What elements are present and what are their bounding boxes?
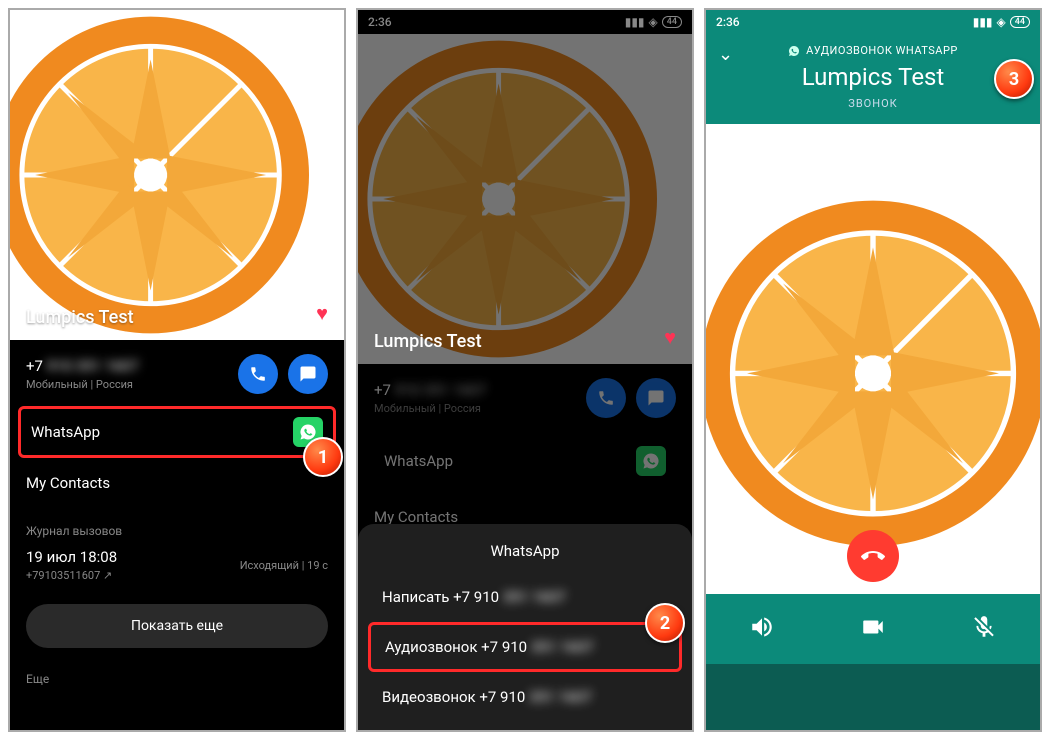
- call-status: ЗВОНОК: [706, 97, 1040, 110]
- call-log-label: Журнал вызовов: [10, 516, 344, 542]
- whatsapp-row: WhatsApp: [368, 432, 682, 490]
- call-type-label: АУДИОЗВОНОК WHATSAPP: [706, 44, 1040, 57]
- phone-row: +7 910 351 1607 Мобильный | Россия: [10, 340, 344, 402]
- status-bar: 2:36 ▮▮▮ ◈ 44: [358, 10, 692, 34]
- call-contact-name: Lumpics Test: [706, 63, 1040, 91]
- sheet-option-message[interactable]: Написать +7 910 351 1607: [358, 572, 692, 622]
- phone-number: +7 910 351 1607: [26, 357, 228, 375]
- whatsapp-action-sheet: WhatsApp Написать +7 910 351 1607 Аудиоз…: [358, 524, 692, 730]
- end-call-button[interactable]: [847, 530, 899, 582]
- contact-avatar: [10, 10, 316, 340]
- message-button[interactable]: [288, 354, 328, 394]
- status-time: 2:36: [368, 15, 392, 29]
- contact-avatar-area: Lumpics Test ♥: [10, 10, 344, 340]
- chevron-down-icon[interactable]: ⌄: [718, 44, 733, 65]
- step-badge-2: 2: [645, 603, 685, 643]
- sheet-option-audiocall[interactable]: Аудиозвонок +7 910 351 1607 2: [368, 622, 682, 672]
- my-contacts-row[interactable]: My Contacts: [10, 462, 344, 504]
- call-log-number: +79103511607 ↗: [26, 569, 240, 582]
- signal-icon: ▮▮▮: [973, 15, 993, 29]
- status-time: 2:36: [716, 15, 740, 29]
- phone-row: +7 910 351 1607 Мобильный | Россия: [358, 364, 692, 426]
- show-more-button[interactable]: Показать еще: [26, 604, 328, 648]
- wifi-icon: ◈: [649, 15, 658, 29]
- battery-icon: 44: [662, 16, 682, 28]
- message-button: [636, 378, 676, 418]
- contact-name: Lumpics Test: [26, 307, 134, 328]
- mute-button[interactable]: [971, 614, 997, 644]
- screenshot-2: 2:36 ▮▮▮ ◈ 44 Lumpics Test ♥ +7 910 351 …: [358, 10, 692, 730]
- call-button: [586, 378, 626, 418]
- video-button[interactable]: [860, 614, 886, 644]
- sheet-option-videocall[interactable]: Видеозвонок +7 910 351 1607: [358, 672, 692, 722]
- call-button[interactable]: [238, 354, 278, 394]
- screenshot-1: Lumpics Test ♥ +7 910 351 1607 Мобильный…: [10, 10, 344, 730]
- whatsapp-row[interactable]: WhatsApp 1: [18, 406, 336, 458]
- call-log-entry[interactable]: 19 июл 18:08 +79103511607 ↗ Исходящий | …: [10, 542, 344, 588]
- call-log-type: Исходящий | 19 с: [240, 559, 328, 572]
- call-avatar-area: [706, 124, 1040, 594]
- step-badge-1: 1: [303, 437, 343, 477]
- more-section: Еще: [10, 664, 344, 694]
- step-badge-3: 3: [994, 59, 1034, 99]
- battery-icon: 44: [1010, 16, 1030, 28]
- screenshot-3: 2:36 ▮▮▮ ◈ 44 ⌄ АУДИОЗВОНОК WHATSAPP Lum…: [706, 10, 1040, 730]
- favorite-icon: ♥: [664, 325, 676, 350]
- whatsapp-label: WhatsApp: [31, 423, 293, 441]
- favorite-icon[interactable]: ♥: [316, 301, 328, 326]
- contact-avatar-area: Lumpics Test ♥: [358, 34, 692, 364]
- contact-name: Lumpics Test: [374, 331, 482, 352]
- call-controls: [706, 594, 1040, 664]
- sheet-title: WhatsApp: [358, 524, 692, 572]
- whatsapp-icon: [636, 446, 666, 476]
- speaker-button[interactable]: [749, 614, 775, 644]
- wifi-icon: ◈: [997, 15, 1006, 29]
- call-avatar: [706, 193, 1040, 553]
- call-header: ⌄ АУДИОЗВОНОК WHATSAPP Lumpics Test ЗВОН…: [706, 34, 1040, 124]
- call-log-date: 19 июл 18:08: [26, 548, 240, 566]
- signal-icon: ▮▮▮: [625, 15, 645, 29]
- status-bar: 2:36 ▮▮▮ ◈ 44: [706, 10, 1040, 34]
- phone-type: Мобильный | Россия: [26, 378, 228, 391]
